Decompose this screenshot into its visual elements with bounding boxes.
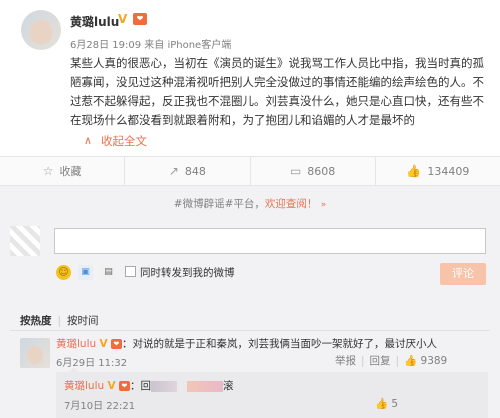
reply-body: 黄璐lulu V ❤ ：回 滚 xyxy=(64,378,233,393)
reply-like-count: 5 xyxy=(391,398,399,410)
level-badge-icon: ❤ xyxy=(110,339,122,349)
vip-badge-icon: V xyxy=(118,12,128,26)
repost-icon: ↗ xyxy=(168,164,179,178)
reply-actions: 👍 5 xyxy=(375,397,398,410)
sort-tabs: 按热度 | 按时间 xyxy=(20,315,99,327)
comment-like-count: 9389 xyxy=(420,355,448,367)
author-name[interactable]: 黄璐lulu xyxy=(70,13,119,30)
repost-checkbox-label: 同时转发到我的微博 xyxy=(140,267,235,279)
comment-author[interactable]: 黄璐lulu xyxy=(56,338,96,350)
submit-comment-button[interactable]: 评论 xyxy=(440,263,486,285)
like-count: 134409 xyxy=(427,164,470,178)
vip-badge-icon: V xyxy=(107,380,116,392)
image-icon[interactable]: ▣ xyxy=(78,265,93,280)
comment-body: 黄璐lulu V ❤ ：对说的就是于正和秦岚，刘芸我俩当面吵一架就好了，最讨厌小人 xyxy=(56,336,437,351)
notice-link[interactable]: 欢迎查阅！ xyxy=(265,198,318,210)
emoji-icon[interactable]: ☺ xyxy=(56,265,71,280)
reply-author[interactable]: 黄璐lulu xyxy=(64,380,104,392)
chevron-right-icon: » xyxy=(320,200,327,210)
reply-suffix: 滚 xyxy=(222,380,234,392)
comment-avatar[interactable] xyxy=(20,338,50,368)
collapse-up-icon: ∧ xyxy=(84,134,93,147)
repost-checkbox[interactable] xyxy=(125,266,136,277)
comment-count: 8608 xyxy=(307,164,336,178)
comment-button[interactable]: ▭ 8608 xyxy=(251,157,376,191)
thumbs-up-icon: 👍 xyxy=(406,164,422,178)
repost-button[interactable]: ↗ 848 xyxy=(125,157,251,185)
more-icon[interactable]: ▤ xyxy=(101,265,116,280)
favorite-button[interactable]: ☆ 收藏 xyxy=(0,157,126,185)
rumor-notice: #微博辟谣#平台，欢迎查阅！ » xyxy=(0,196,500,211)
star-icon: ☆ xyxy=(42,164,54,178)
blurred-name xyxy=(150,380,177,392)
comment-input[interactable] xyxy=(54,228,486,254)
notice-text: #微博辟谣#平台， xyxy=(173,198,265,210)
like-button[interactable]: 👍 134409 xyxy=(376,157,500,185)
reply-link[interactable]: 回复 xyxy=(370,355,391,367)
blurred-name xyxy=(186,380,223,392)
comment-icon: ▭ xyxy=(289,164,302,178)
author-avatar[interactable] xyxy=(21,10,61,50)
action-bar: ☆ 收藏 ↗ 848 ▭ 8608 👍 134409 xyxy=(0,156,500,191)
vip-badge-icon: V xyxy=(99,338,108,350)
divider xyxy=(10,330,490,331)
reply-prefix: ：回 xyxy=(129,380,151,392)
thumbs-up-icon[interactable]: 👍 xyxy=(375,398,388,410)
sort-hot-tab[interactable]: 按热度 xyxy=(20,315,52,327)
my-avatar xyxy=(10,226,40,256)
repost-count: 848 xyxy=(184,164,206,178)
sort-time-tab[interactable]: 按时间 xyxy=(67,315,99,327)
post-content: 某些人真的很恶心，当初在《演员的诞生》说我骂工作人员比中指，我当时真的孤陋寡闻，… xyxy=(70,56,484,127)
thumbs-up-icon[interactable]: 👍 xyxy=(404,355,417,367)
comment-time: 6月29日 11:32 xyxy=(56,358,128,369)
comment-text: ：对说的就是于正和秦岚，刘芸我俩当面吵一架就好了，最讨厌小人 xyxy=(121,338,437,350)
collapse-button[interactable]: 收起全文 xyxy=(101,133,147,149)
reply-time: 7月10日 22:21 xyxy=(64,401,136,412)
report-link[interactable]: 举报 xyxy=(335,355,356,367)
comment-actions: 举报 | 回复 | 👍 9389 xyxy=(335,355,448,367)
post-meta: 6月28日 19:09 来自 iPhone客户端 xyxy=(70,40,232,51)
level-badge-icon: ❤ xyxy=(118,381,130,391)
level-badge-icon: ❤ xyxy=(133,13,147,25)
favorite-label: 收藏 xyxy=(59,165,82,178)
